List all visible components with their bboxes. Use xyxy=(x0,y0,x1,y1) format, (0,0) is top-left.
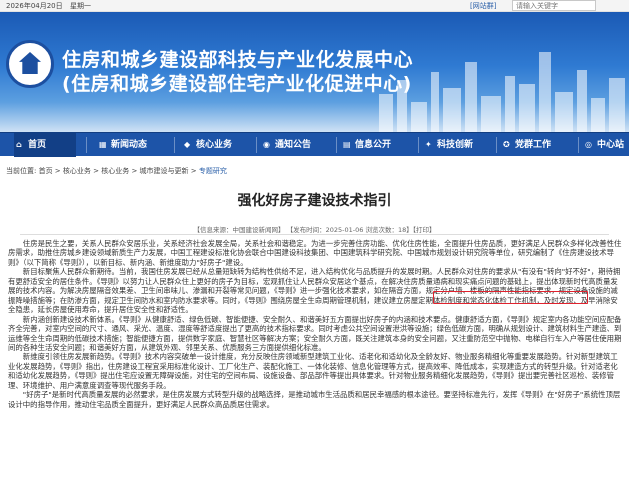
nav-label: 中心站 xyxy=(597,140,625,150)
center-icon: ◎ xyxy=(585,140,592,149)
nav-label: 科技创新 xyxy=(437,140,474,150)
info-icon: ▤ xyxy=(343,140,351,149)
nav-label: 通知公告 xyxy=(275,140,312,150)
city-skyline-image xyxy=(369,42,629,132)
site-subtitle: (住房和城乡建设部住宅产业化促进中心) xyxy=(62,73,412,95)
search-input[interactable] xyxy=(512,0,596,11)
nav-label: 新闻动态 xyxy=(111,140,148,150)
article-meta: 【信息来源：中国建设新闻网】 【发布时间：2025-01-06 浏览次数：18】… xyxy=(193,226,436,234)
notice-icon: ◉ xyxy=(263,140,270,149)
nav-item-party[interactable]: ✪ 党群工作 xyxy=(501,133,569,157)
nav-item-center[interactable]: ◎ 中心站 xyxy=(583,133,629,157)
highlight-box xyxy=(433,291,588,304)
party-icon: ✪ xyxy=(503,140,510,149)
news-icon: ▦ xyxy=(99,140,107,149)
breadcrumb: 当前位置: 首页 > 核心业务 > 核心业务 > 城市建设与更新 > 专题研究 xyxy=(6,166,227,176)
site-logo-icon[interactable] xyxy=(6,40,54,88)
nav-item-notice[interactable]: ◉ 通知公告 xyxy=(261,133,329,157)
nav-item-innovation[interactable]: ✦ 科技创新 xyxy=(423,133,491,157)
article-paragraph: 新维度引领住房发展新趋势。《导则》技术内容突破单一设计维度，充分反映住房领域新型… xyxy=(8,352,618,390)
nav-item-home[interactable]: ⌂ 首页 xyxy=(14,133,76,157)
site-group-link[interactable]: [网站群] xyxy=(470,1,496,11)
site-banner: 住房和城乡建设部科技与产业化发展中心 (住房和城乡建设部住宅产业化促进中心) xyxy=(0,12,629,132)
core-business-icon: ◆ xyxy=(184,140,191,149)
nav-label: 核心业务 xyxy=(196,140,233,150)
article-paragraph: "好房子"是新时代高质量发展的必然要求，是住房发展方式转型升级的战略选择，是推动… xyxy=(8,390,621,409)
article-title: 强化好房子建设技术指引 xyxy=(237,193,392,209)
innovation-icon: ✦ xyxy=(425,140,432,149)
nav-label: 信息公开 xyxy=(355,140,392,150)
current-date: 2026年04月20日 xyxy=(6,2,63,10)
home-icon: ⌂ xyxy=(16,140,22,149)
nav-item-news[interactable]: ▦ 新闻动态 xyxy=(97,133,165,157)
nav-label: 首页 xyxy=(28,140,47,150)
nav-label: 党群工作 xyxy=(515,140,552,150)
site-title: 住房和城乡建设部科技与产业化发展中心 xyxy=(62,49,414,71)
current-weekday: 星期一 xyxy=(70,2,91,10)
breadcrumb-path[interactable]: 当前位置: 首页 > 核心业务 > 核心业务 > 城市建设与更新 > xyxy=(6,167,199,175)
main-nav: ⌂ 首页 ▦ 新闻动态 ◆ 核心业务 ◉ 通知公告 ▤ 信息公开 ✦ 科技创新 … xyxy=(0,132,629,157)
article-paragraph: 新内涵创新建设技术新体系。《导则》从健康舒适、绿色低碳、智能便捷、安全耐久、和谐… xyxy=(8,314,622,352)
nav-item-core-business[interactable]: ◆ 核心业务 xyxy=(182,133,250,157)
title-divider xyxy=(20,234,609,235)
article-paragraph: 住房是民生之要，关系人民群众安居乐业，关系经济社会发展全局，关系社会和谐稳定。为… xyxy=(8,239,622,267)
article-body: 住房是民生之要，关系人民群众安居乐业，关系经济社会发展全局，关系社会和谐稳定。为… xyxy=(8,239,623,409)
top-bar: 2026年04月20日 星期一 [网站群] xyxy=(0,0,629,12)
breadcrumb-current[interactable]: 专题研究 xyxy=(199,167,227,175)
nav-item-info-public[interactable]: ▤ 信息公开 xyxy=(341,133,409,157)
